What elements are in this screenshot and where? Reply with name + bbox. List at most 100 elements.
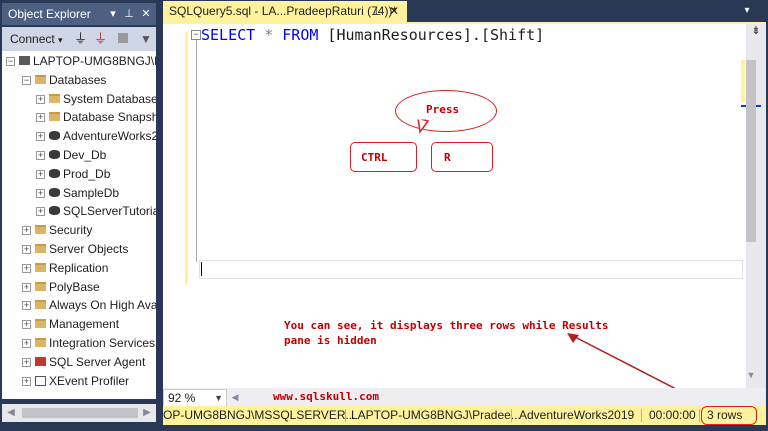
tree-node-label: SampleDb <box>63 185 120 200</box>
folder-icon <box>35 281 46 291</box>
disconnect-icon[interactable]: ⏚ <box>94 27 107 51</box>
expand-icon[interactable]: + <box>36 113 45 123</box>
folder-icon <box>49 112 60 122</box>
tree-node-label: Dev_Db <box>63 148 107 162</box>
rows-highlight-box <box>701 406 757 425</box>
object-name: [HumanResources].[Shift] <box>318 26 545 44</box>
query-editor[interactable]: − SELECT * FROM [HumanResources].[Shift]… <box>163 24 766 409</box>
database-icon <box>49 187 60 197</box>
expand-icon[interactable]: + <box>22 282 31 292</box>
tab-sqlquery5[interactable]: SQLQuery5.sql - LA...PradeepRaturi (74))… <box>163 1 407 22</box>
tree-node-label: AdventureWorks2 <box>63 129 156 144</box>
connect-label: Connect <box>10 32 55 46</box>
expand-icon[interactable]: + <box>22 245 31 254</box>
folder-icon <box>35 262 46 272</box>
expand-icon[interactable]: + <box>22 226 31 236</box>
status-database: AdventureWorks2019 <box>519 408 635 422</box>
scrollbar-change-marker <box>741 60 745 102</box>
folder-icon <box>35 338 46 347</box>
scrollbar-thumb[interactable] <box>22 408 138 418</box>
pin-icon[interactable]: ⊥ <box>371 1 381 22</box>
server-icon <box>19 56 30 65</box>
expand-icon[interactable]: + <box>22 357 31 367</box>
folder-icon <box>35 225 46 235</box>
folder-icon <box>35 300 46 310</box>
tree-node-label: SQLServerTutorials <box>63 204 156 219</box>
connect-button[interactable]: Connect ▾ <box>10 27 63 52</box>
database-icon <box>49 150 60 159</box>
connect-plug-icon[interactable]: ⏚ <box>74 27 87 51</box>
tree-node-label: System Databases <box>63 91 156 106</box>
stop-icon[interactable] <box>118 33 128 43</box>
chevron-down-icon[interactable]: ▼ <box>214 390 223 406</box>
expand-icon[interactable]: + <box>36 94 45 104</box>
scroll-right-icon[interactable]: ▶ <box>140 404 154 422</box>
expand-icon[interactable]: + <box>22 301 31 311</box>
scroll-left-icon[interactable]: ◀ <box>4 404 18 422</box>
folder-icon <box>49 93 60 103</box>
star-token: * <box>255 26 283 44</box>
expand-icon[interactable]: + <box>22 263 31 273</box>
folder-icon <box>35 74 46 84</box>
object-explorer-horizontal-scrollbar[interactable]: ◀ ▶ <box>2 404 156 422</box>
current-line-highlight <box>199 260 743 279</box>
status-separator <box>345 409 346 422</box>
dropdown-icon[interactable]: ▾ <box>106 3 120 25</box>
filter-icon[interactable]: ▼ <box>140 27 152 51</box>
tree-node-label: LAPTOP-UMG8BNGJ\M <box>33 54 156 68</box>
tree-node-label: Management <box>49 317 120 332</box>
expand-icon[interactable]: + <box>36 188 45 198</box>
close-icon[interactable]: ✕ <box>389 1 399 22</box>
split-window-icon[interactable]: ⇟ <box>746 24 766 38</box>
tree-node-label: SQL Server Agent <box>49 354 146 369</box>
expand-icon[interactable]: + <box>36 151 45 160</box>
database-icon <box>49 168 60 178</box>
scroll-down-icon[interactable]: ▼ <box>746 370 756 380</box>
object-explorer-title: Object Explorer <box>8 7 91 21</box>
pin-icon[interactable]: ⊥ <box>122 3 136 25</box>
expand-icon[interactable]: + <box>22 376 31 386</box>
tab-list-dropdown-icon[interactable]: ▾ <box>740 2 754 20</box>
r-key-label: R <box>444 151 451 164</box>
close-icon[interactable]: ✕ <box>139 3 153 25</box>
zoom-select[interactable]: 92 % ▼ <box>163 389 227 407</box>
tree-node-label: Always On High Ava <box>49 298 156 313</box>
expand-icon[interactable]: + <box>36 207 45 217</box>
database-icon <box>49 206 60 216</box>
tab-title: SQLQuery5.sql - LA...PradeepRaturi (74))… <box>169 4 398 18</box>
status-bar: OP-UMG8BNGJ\MSSQLSERVER... LAPTOP-UMG8BN… <box>163 406 766 425</box>
status-user: LAPTOP-UMG8BNGJ\Pradee... <box>351 408 521 422</box>
expand-icon[interactable]: + <box>36 132 45 142</box>
scrollbar-thumb[interactable] <box>746 60 756 242</box>
outline-line <box>196 40 197 262</box>
zoom-value: 92 % <box>168 391 196 405</box>
press-callout-bubble: Press <box>395 90 497 132</box>
connect-dropdown-icon[interactable]: ▾ <box>58 35 63 45</box>
status-elapsed: 00:00:00 <box>649 408 696 422</box>
expand-icon[interactable]: + <box>36 169 45 179</box>
expand-icon[interactable]: + <box>22 339 31 348</box>
annotation-note-line-2: pane is hidden <box>284 334 377 347</box>
annotation-note-line-1: You can see, it displays three rows whil… <box>284 319 609 332</box>
collapse-icon[interactable]: − <box>6 57 15 66</box>
collapse-icon[interactable]: − <box>22 75 31 85</box>
tree-node-label: Replication <box>49 260 109 275</box>
object-explorer-panel: Object Explorer ▾ ⊥ ✕ Connect ▾ ⏚ ⏚ ▼ − L… <box>0 0 160 431</box>
sql-code-line[interactable]: SELECT * FROM [HumanResources].[Shift] <box>201 26 544 44</box>
tree-node-label: Server Objects <box>49 242 129 256</box>
folder-icon <box>35 319 46 329</box>
tree-node-label: Prod_Db <box>63 166 111 181</box>
ctrl-key-label: CTRL <box>361 151 388 164</box>
callout-tail <box>417 118 430 134</box>
tree-node-label: PolyBase <box>49 279 100 294</box>
scroll-left-icon[interactable]: ◀ <box>229 388 241 406</box>
editor-zoom-bar: 92 % ▼ ◀ www.sqlskull.com <box>163 388 766 407</box>
collapse-icon[interactable]: − <box>191 30 201 40</box>
keyword-from: FROM <box>282 26 319 44</box>
expand-icon[interactable]: + <box>22 320 31 330</box>
tree-node-label: XEvent Profiler <box>49 373 130 388</box>
r-key-box: R <box>431 142 493 172</box>
database-icon <box>49 131 60 141</box>
folder-icon <box>35 244 46 253</box>
tree-node-label: Integration Services ( <box>49 336 156 350</box>
